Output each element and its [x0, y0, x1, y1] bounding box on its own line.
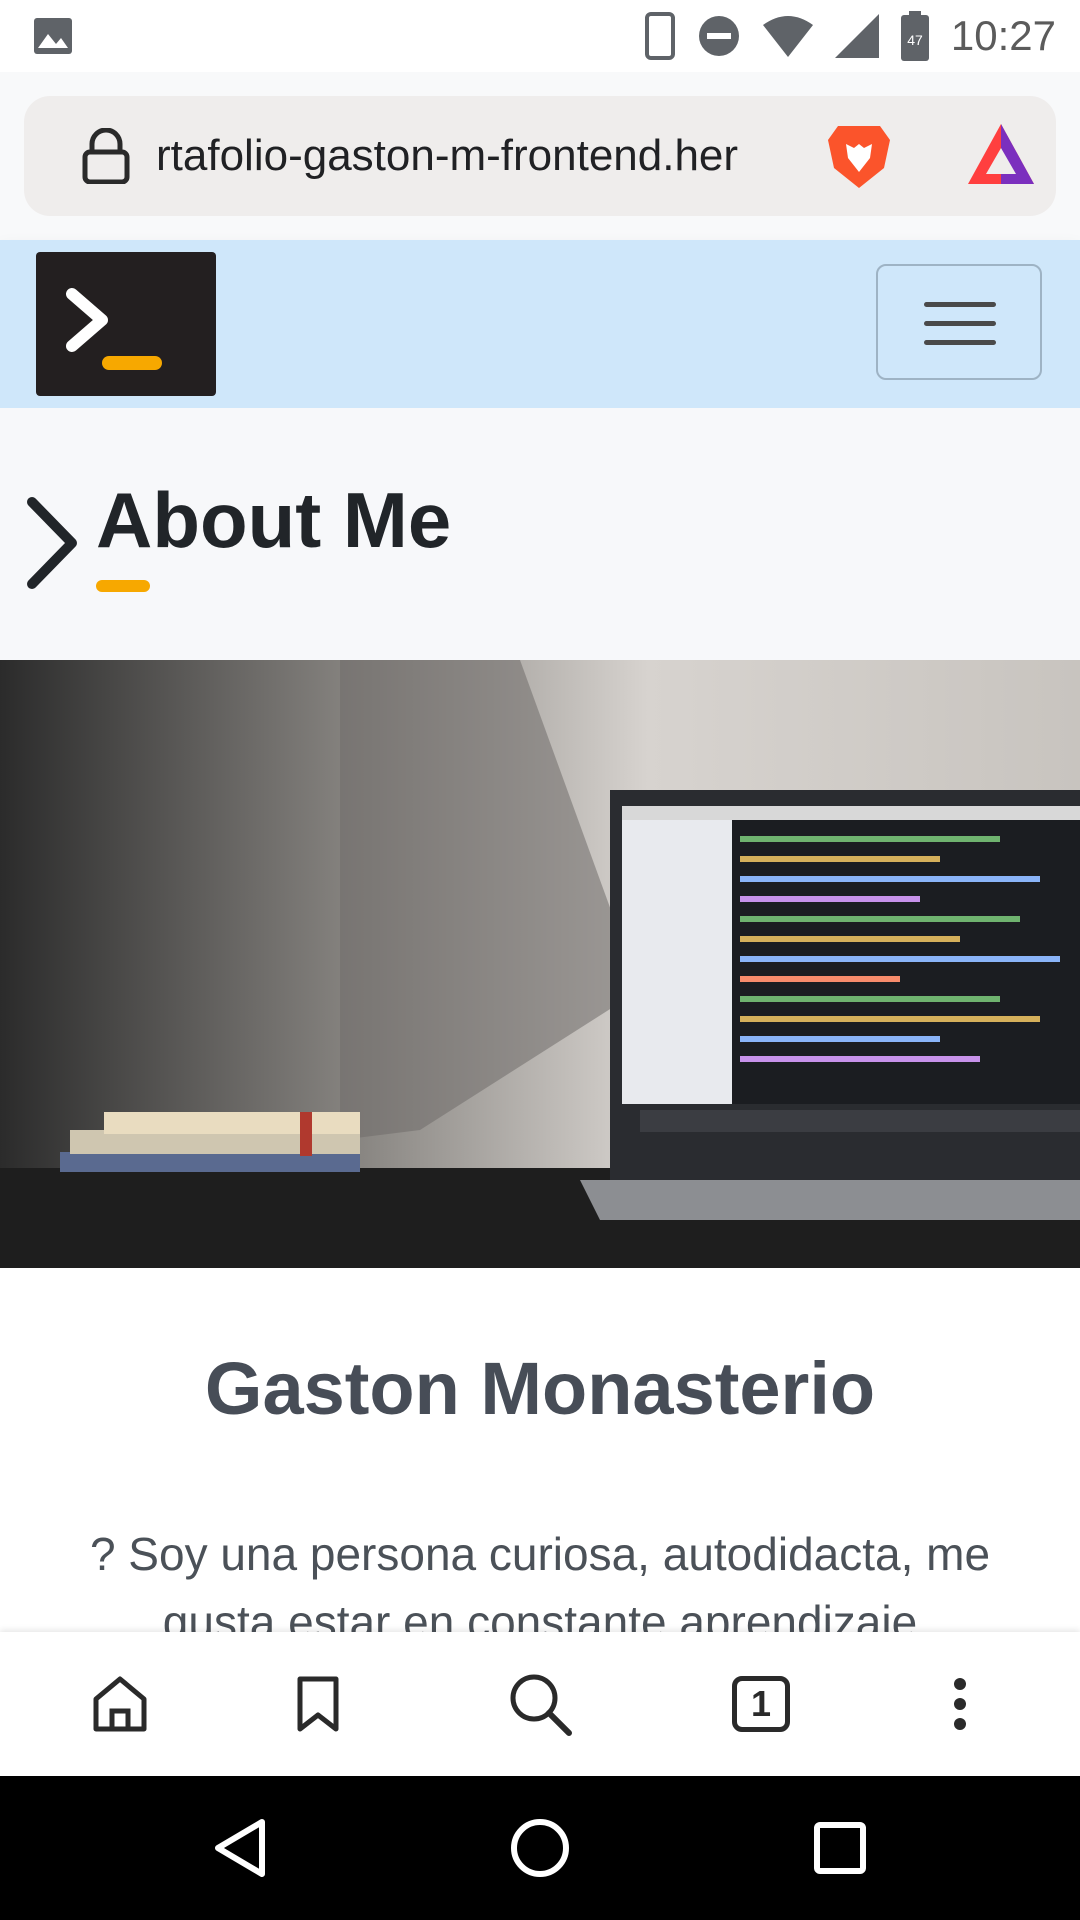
clock: 10:27 [950, 12, 1056, 59]
battery-icon: 47 [900, 11, 929, 61]
signal-icon [834, 14, 879, 58]
home-circle-icon[interactable] [510, 1818, 570, 1878]
terminal-prompt-icon [66, 288, 162, 370]
search-button[interactable] [450, 1632, 630, 1776]
site-navbar [0, 240, 1080, 408]
page-title: About Me [96, 476, 452, 564]
brave-rewards-icon[interactable] [966, 122, 1036, 188]
more-menu-button[interactable] [870, 1632, 1050, 1776]
address-bar[interactable]: rtafolio-gaston-m-frontend.her [24, 96, 1056, 216]
bookmark-icon [297, 1676, 339, 1732]
site-logo[interactable] [36, 252, 216, 396]
do-not-disturb-icon [698, 16, 739, 56]
laptop-desk-photo [0, 660, 1080, 1268]
hero-image [0, 660, 1080, 1268]
chevron-right-icon [27, 497, 77, 589]
profile-name: Gaston Monasterio [204, 1347, 876, 1430]
home-icon [93, 1676, 147, 1732]
battery-level: 47 [907, 32, 923, 48]
section-header: About Me [0, 408, 1080, 660]
title-underline [96, 580, 150, 592]
hamburger-menu-button[interactable] [876, 264, 1042, 380]
image-notification-icon [34, 18, 72, 54]
menu-bar [924, 302, 996, 307]
system-navigation-bar [0, 1776, 1080, 1920]
search-icon [510, 1674, 572, 1736]
home-button[interactable] [30, 1632, 210, 1776]
menu-bar [924, 340, 996, 345]
menu-bar [924, 321, 996, 326]
tabs-button[interactable]: 1 [732, 1676, 790, 1732]
vibrate-icon [644, 12, 675, 60]
brave-shields-icon[interactable] [824, 122, 894, 190]
back-icon[interactable] [212, 1818, 268, 1878]
profile-content: Gaston Monasterio ? Soy una persona curi… [0, 1268, 1080, 1632]
profile-bio: ? Soy una persona curiosa, autodidacta, … [89, 1528, 991, 1632]
status-bar: 47 10:27 [0, 0, 1080, 72]
lock-icon[interactable] [82, 128, 130, 184]
wifi-icon [762, 16, 813, 57]
browser-bottom-toolbar: 1 [0, 1632, 1080, 1776]
bookmarks-button[interactable] [228, 1632, 408, 1776]
url-text[interactable]: rtafolio-gaston-m-frontend.her [156, 126, 796, 186]
recents-icon[interactable] [814, 1822, 866, 1874]
more-menu-icon [954, 1678, 966, 1730]
